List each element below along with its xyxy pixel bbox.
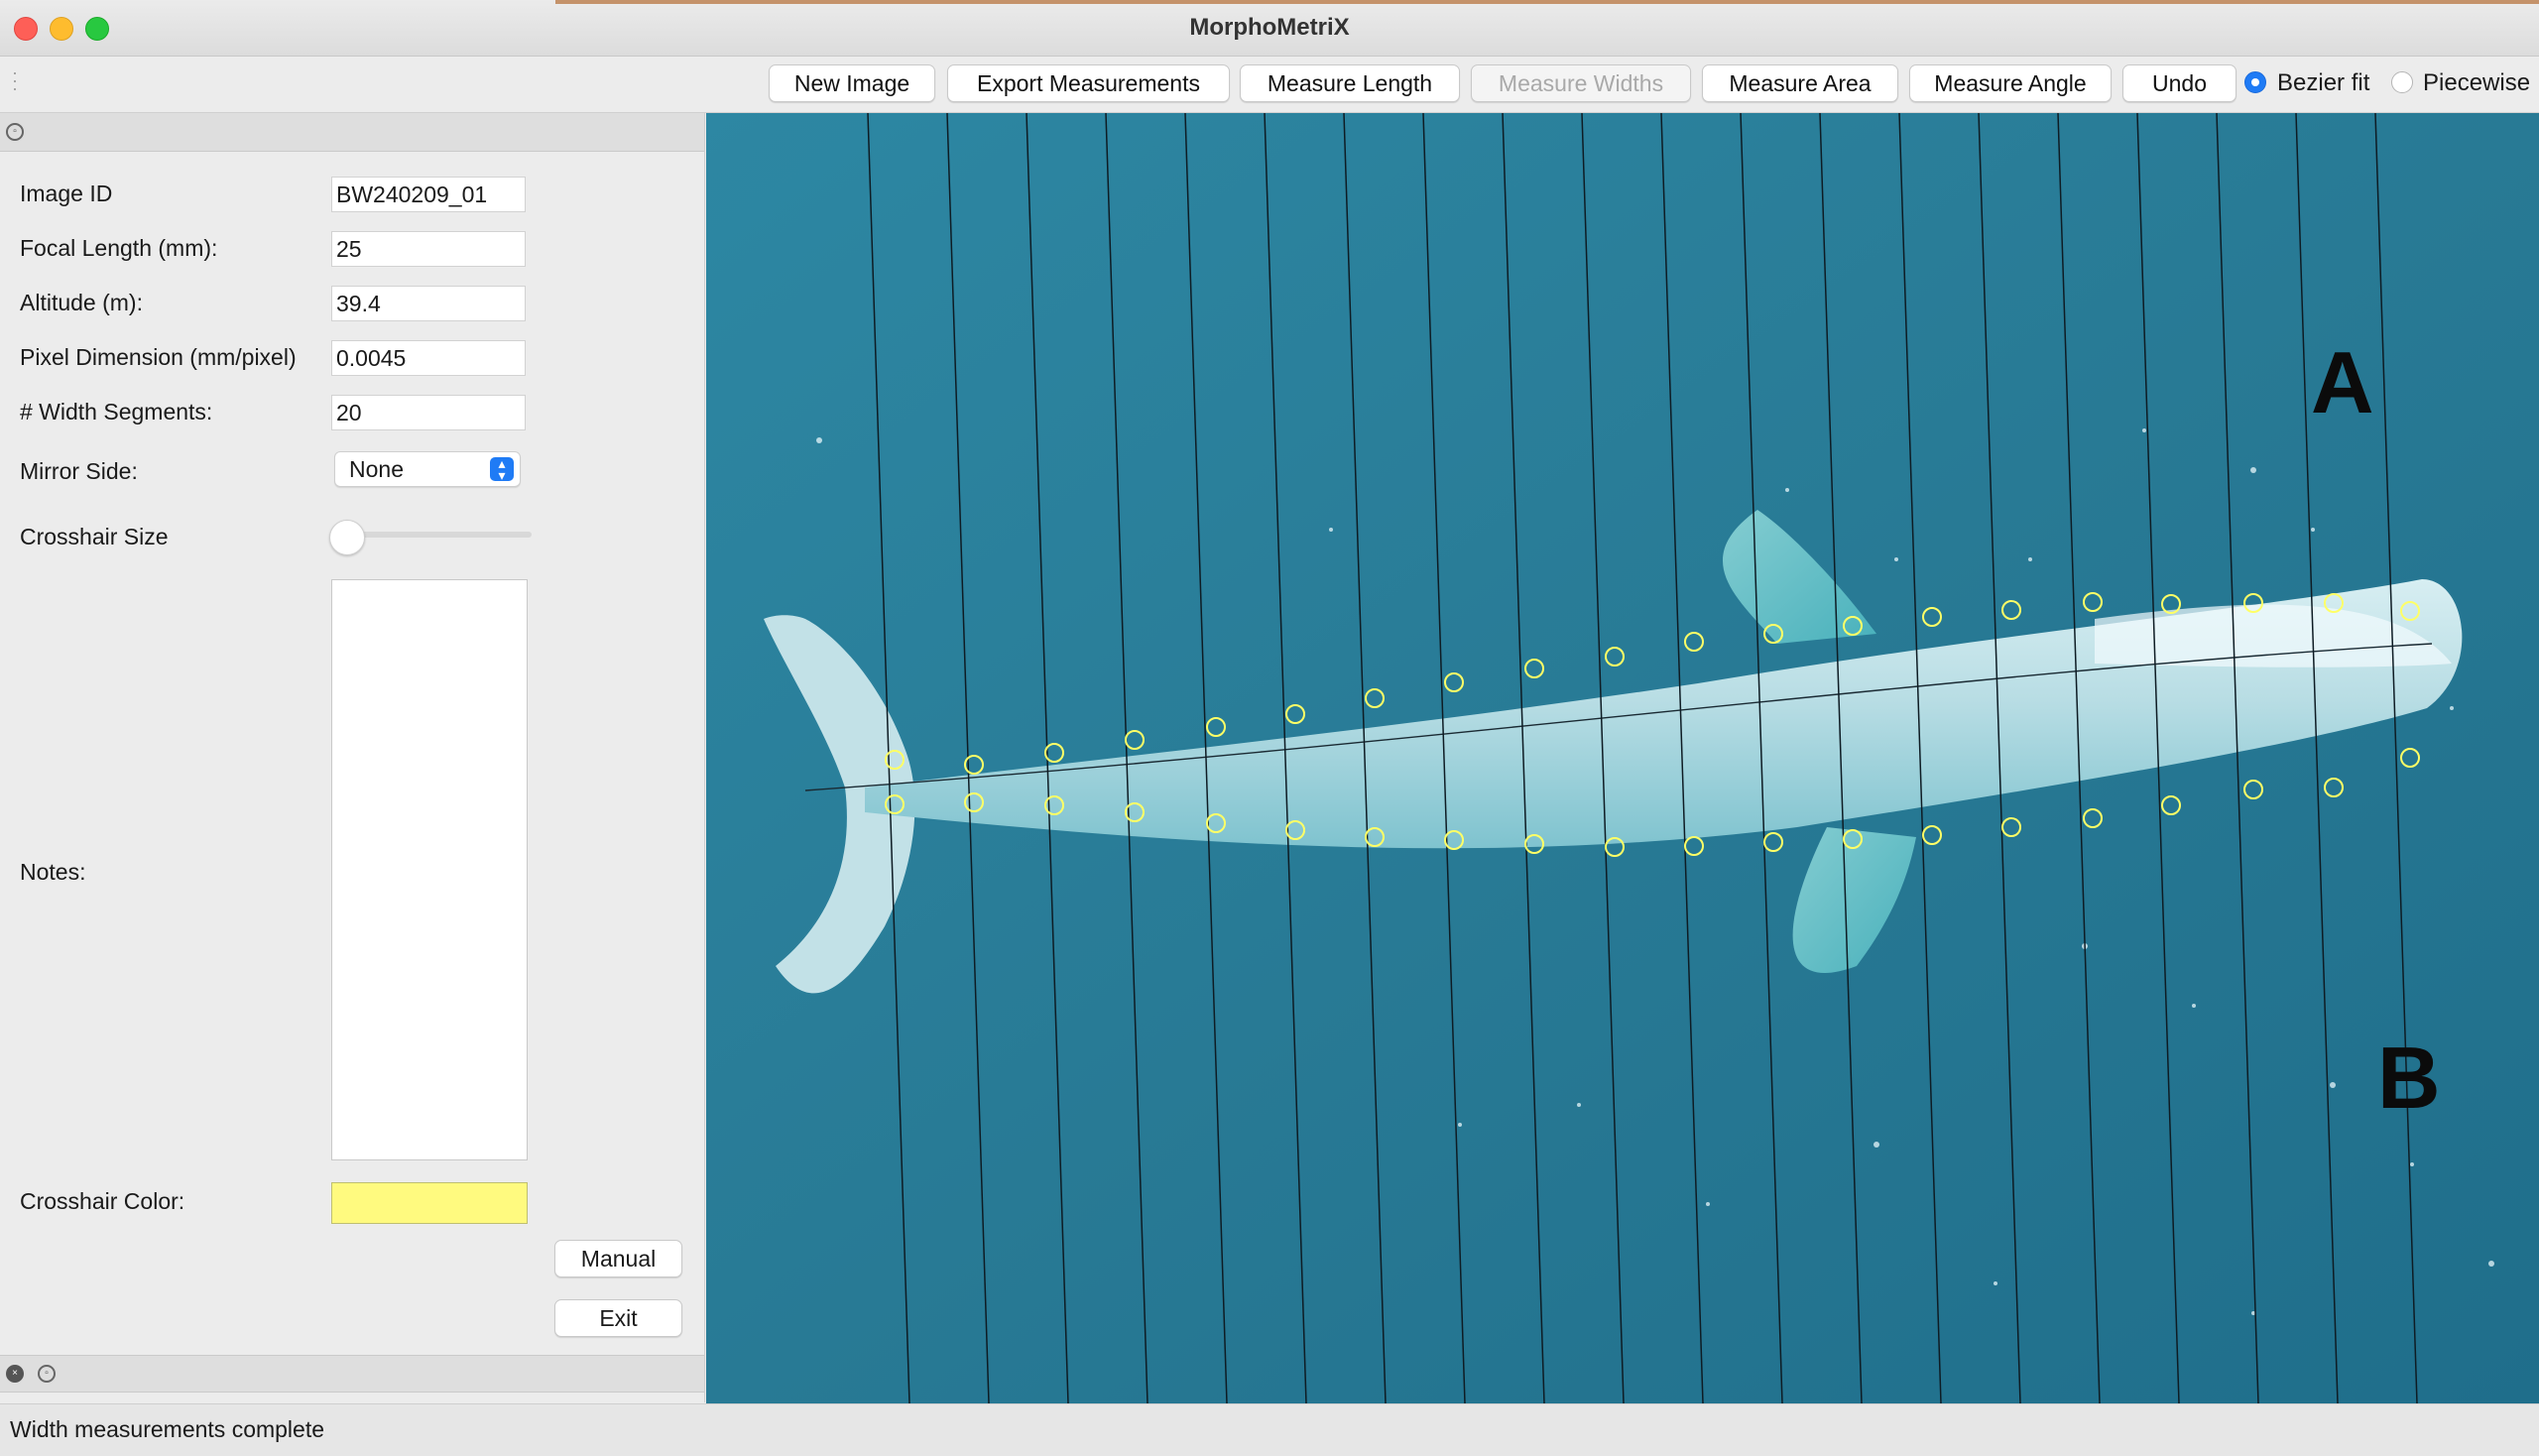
exit-button[interactable]: Exit (554, 1299, 682, 1337)
image-id-input[interactable]: BW240209_01 (331, 177, 526, 212)
crosshair-color-swatch[interactable] (331, 1182, 528, 1224)
crosshair-size-slider-handle[interactable] (329, 520, 365, 555)
mirror-side-label: Mirror Side: (20, 458, 138, 484)
pixel-dimension-label: Pixel Dimension (mm/pixel) (20, 344, 297, 370)
bezier-fit-label[interactable]: Bezier fit (2277, 69, 2369, 97)
float-panel-icon[interactable]: ▫ (6, 123, 24, 141)
width-segments-label: # Width Segments: (20, 399, 213, 425)
select-chevron-icon: ▴ ▾ (490, 456, 514, 482)
window-title: MorphoMetriX (1189, 14, 1350, 41)
crosshair-color-label: Crosshair Color: (20, 1188, 185, 1214)
crosshair-size-label: Crosshair Size (20, 524, 169, 549)
export-measurements-button[interactable]: Export Measurements (947, 64, 1230, 102)
float-panel-icon-footer[interactable]: ▫ (38, 1365, 56, 1383)
bezier-fit-radio[interactable] (2244, 71, 2266, 93)
whale-image-canvas[interactable]: A B (706, 113, 2539, 1403)
measure-angle-button[interactable]: Measure Angle (1909, 64, 2112, 102)
panel-footer: × ▫ (0, 1355, 704, 1393)
image-id-label: Image ID (20, 181, 113, 206)
width-segments-input[interactable]: 20 (331, 395, 526, 430)
toolbar: · · · New Image Export Measurements Measur… (0, 57, 2539, 113)
measure-widths-button[interactable]: Measure Widths (1471, 64, 1691, 102)
title-bar-accent (555, 0, 2539, 4)
image-viewer[interactable]: A B (706, 113, 2539, 1403)
piecewise-radio[interactable] (2391, 71, 2413, 93)
title-bar: MorphoMetriX (0, 0, 2539, 57)
mirror-side-value: None (349, 456, 404, 482)
focal-length-input[interactable]: 25 (331, 231, 526, 267)
undo-button[interactable]: Undo (2122, 64, 2237, 102)
manual-button[interactable]: Manual (554, 1240, 682, 1277)
measure-length-button[interactable]: Measure Length (1240, 64, 1460, 102)
measure-area-button[interactable]: Measure Area (1702, 64, 1898, 102)
status-text: Width measurements complete (10, 1416, 325, 1442)
pixel-dimension-input[interactable]: 0.0045 (331, 340, 526, 376)
piecewise-label[interactable]: Piecewise (2423, 69, 2530, 97)
altitude-input[interactable]: 39.4 (331, 286, 526, 321)
notes-textarea[interactable] (331, 579, 528, 1160)
new-image-button[interactable]: New Image (769, 64, 935, 102)
focal-length-label: Focal Length (mm): (20, 235, 218, 261)
label-b: B (2377, 1029, 2441, 1127)
notes-label: Notes: (20, 859, 86, 885)
measurement-panel: ▫ Image ID BW240209_01 Focal Length (mm)… (0, 113, 705, 1402)
altitude-label: Altitude (m): (20, 290, 143, 315)
mirror-side-select[interactable]: None ▴ ▾ (334, 451, 521, 487)
close-panel-icon[interactable]: × (6, 1365, 24, 1383)
toolbar-grip-icon[interactable]: · · · (12, 63, 18, 97)
panel-header: ▫ (0, 113, 704, 152)
crosshair-size-slider[interactable] (337, 532, 532, 538)
label-a: A (2311, 333, 2374, 431)
status-bar: Width measurements complete (0, 1403, 2539, 1456)
